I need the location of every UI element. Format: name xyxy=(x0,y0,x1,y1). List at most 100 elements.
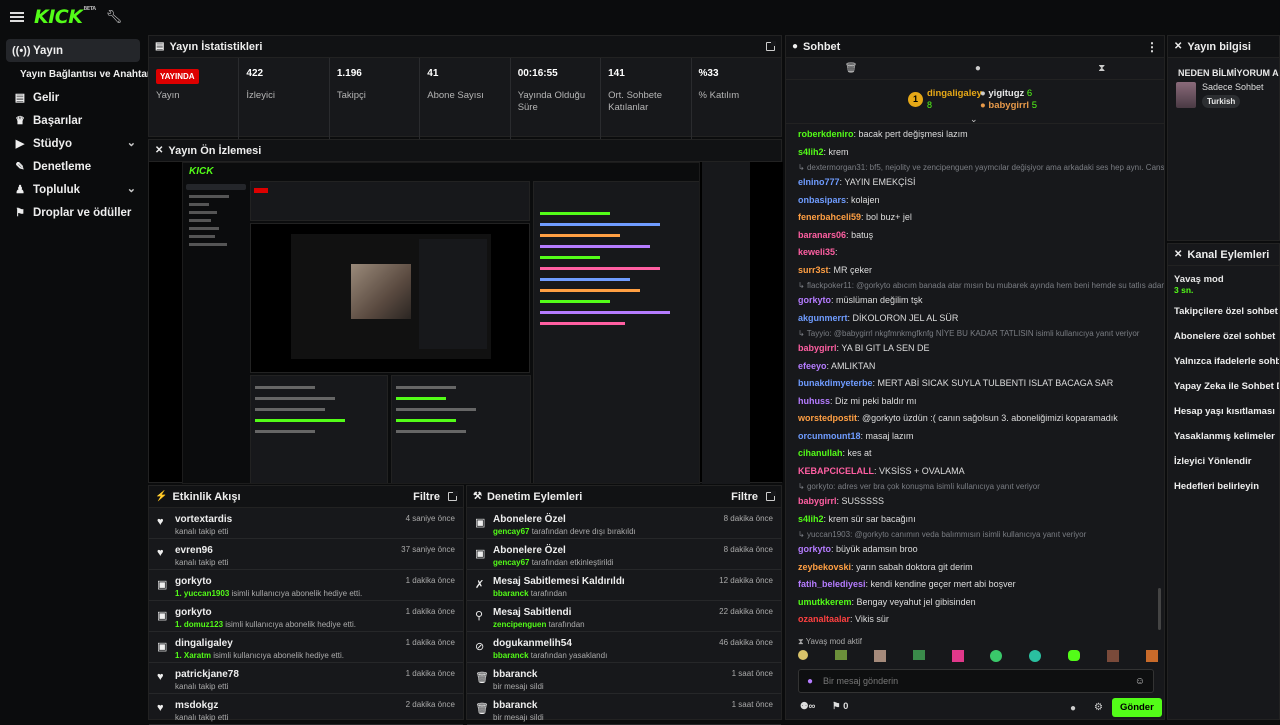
channel-action-item[interactable]: Hesap yaşı kısıtlaması xyxy=(1168,399,1279,424)
chat-username[interactable]: cihanullah xyxy=(798,448,843,458)
item-name[interactable]: dogukanmelih54 xyxy=(493,638,719,649)
chat-username[interactable]: elnino777 xyxy=(798,177,840,187)
hamburger-menu-icon[interactable] xyxy=(10,12,24,22)
item-name[interactable]: patrickjane78 xyxy=(175,669,406,680)
chat-scrollbar[interactable] xyxy=(1158,588,1161,630)
chat-settings-bubble-icon[interactable]: ● xyxy=(1070,703,1076,714)
sidebar-item-yayin[interactable]: ((•)) Yayın xyxy=(6,39,140,62)
chat-username[interactable]: zeybekovski xyxy=(798,562,851,572)
chat-message[interactable]: gorkyto: müslüman değilim tşk xyxy=(786,292,1164,310)
channel-action-item[interactable]: Abonelere özel sohbet xyxy=(1168,324,1279,349)
chat-username[interactable]: akgunmerrt xyxy=(798,313,848,323)
chat-message[interactable]: surr3st: MR çeker xyxy=(786,262,1164,280)
activity-item[interactable]: ♥ vortextardis kanalı takip etti 4 saniy… xyxy=(149,508,463,539)
moderation-item[interactable]: ✗ Mesaj Sabitlemesi Kaldırıldı bbaranck … xyxy=(467,570,781,601)
gifter-name[interactable]: yigitugz xyxy=(988,88,1024,99)
mic-icon[interactable]: ● xyxy=(807,676,813,687)
chat-message[interactable]: akgunmerrt: DİKOLORON JEL AL SÜR xyxy=(786,310,1164,328)
chat-message[interactable]: KEBAPCICELALL: VKSİSS + OVALAMA xyxy=(786,463,1164,481)
moderation-item[interactable]: ▣ Abonelere Özel gencay67 tarafından etk… xyxy=(467,539,781,570)
channel-action-item[interactable]: Yalnızca ifadelerle sohbet xyxy=(1168,349,1279,374)
chat-username[interactable]: worstedpostit xyxy=(798,413,857,423)
stream-category[interactable]: Sadece Sohbet xyxy=(1202,82,1264,92)
chat-message[interactable]: keweli35: xyxy=(786,244,1164,262)
activity-item[interactable]: ▣ dingaligaley 1. Xaratm isimli kullanıc… xyxy=(149,632,463,663)
kick-logo[interactable]: KICKBETA xyxy=(34,6,96,28)
chat-message[interactable]: elnino777: YAYIN EMEKÇİSİ xyxy=(786,174,1164,192)
chat-username[interactable]: babygirrl xyxy=(798,496,837,506)
popout-icon[interactable] xyxy=(766,491,776,501)
emote-icon[interactable] xyxy=(1068,650,1081,661)
emote-icon[interactable] xyxy=(1029,650,1042,662)
channel-action-item[interactable]: Yapay Zeka ile Sohbet Denetimi xyxy=(1168,374,1279,399)
chat-username[interactable]: ozanaltaalar xyxy=(798,614,850,624)
emote-icon[interactable] xyxy=(873,650,886,662)
chat-message[interactable]: efeeyo: AMLIKTAN xyxy=(786,358,1164,376)
chat-username[interactable]: Tayyio xyxy=(798,632,826,633)
sidebar-item-denetleme[interactable]: ✎ Denetleme xyxy=(6,155,140,178)
chat-message[interactable]: huhuss: Diz mi peki baldır mı xyxy=(786,393,1164,411)
language-tag[interactable]: Turkish xyxy=(1202,95,1241,108)
chat-username[interactable]: s4lih2 xyxy=(798,514,824,524)
activity-item[interactable]: ♥ evren96 kanalı takip etti 37 saniye ön… xyxy=(149,539,463,570)
chat-username[interactable]: gorkyto xyxy=(798,295,831,305)
more-options-icon[interactable]: ⋮ xyxy=(1146,40,1158,54)
send-button[interactable]: Gönder xyxy=(1112,698,1162,717)
chat-username[interactable]: babygirrl xyxy=(798,343,837,353)
item-name[interactable]: Mesaj Sabitlendi xyxy=(493,607,719,618)
chat-message[interactable]: roberkdeniro: bacak pert değişmesi lazım xyxy=(786,126,1164,144)
emote-icon[interactable] xyxy=(1107,650,1119,662)
chat-username[interactable]: efeeyo xyxy=(798,361,827,371)
chat-username[interactable]: s4lih2 xyxy=(798,147,824,157)
gift-icon[interactable]: ⚑ xyxy=(832,701,841,712)
channel-action-item[interactable]: Yasaklanmış kelimeler xyxy=(1168,424,1279,449)
item-name[interactable]: vortextardis xyxy=(175,514,406,525)
chat-message[interactable]: babygirrl: YA BI GIT LA SEN DE xyxy=(786,340,1164,358)
chat-username[interactable]: baranars06 xyxy=(798,230,846,240)
popout-icon[interactable] xyxy=(448,491,458,501)
chat-message[interactable]: bunakdimyeterbe: MERT ABİ SICAK SUYLA TU… xyxy=(786,375,1164,393)
sidebar-item-gelir[interactable]: ▤ Gelir xyxy=(6,86,140,109)
chat-message[interactable]: ozanaltaalar: Vikis sür xyxy=(786,611,1164,629)
chat-message[interactable]: orcunmount18: masaj lazım xyxy=(786,428,1164,446)
activity-item[interactable]: ▣ gorkyto 1. yuccan1903 isimli kullanıcı… xyxy=(149,570,463,601)
moderation-item[interactable]: ⚲ Mesaj Sabitlendi zencipenguen tarafınd… xyxy=(467,601,781,632)
chat-username[interactable]: roberkdeniro xyxy=(798,129,854,139)
chat-message[interactable]: fenerbahceli59: bol buz+ jel xyxy=(786,209,1164,227)
chat-message[interactable]: onbasipars: kolajen xyxy=(786,192,1164,210)
chat-message[interactable]: baranars06: batuş xyxy=(786,227,1164,245)
item-name[interactable]: bbaranck xyxy=(493,669,732,680)
item-name[interactable]: dingaligaley xyxy=(175,638,406,649)
chat-username[interactable]: onbasipars xyxy=(798,195,846,205)
category-thumbnail[interactable] xyxy=(1176,82,1196,108)
emote-icon[interactable] xyxy=(951,650,964,662)
item-name[interactable]: bbaranck xyxy=(493,700,732,711)
chat-message[interactable]: babygirrl: SUSSSSS xyxy=(786,493,1164,511)
item-name[interactable]: evren96 xyxy=(175,545,401,556)
trash-icon[interactable]: 🗑︎ xyxy=(845,63,858,74)
chat-bubble-icon[interactable]: ● xyxy=(975,63,981,74)
emote-icon[interactable] xyxy=(990,650,1003,662)
chat-username[interactable]: gorkyto xyxy=(798,544,831,554)
chat-input-box[interactable]: ● Bir mesaj gönderin ☺ xyxy=(798,669,1154,693)
chat-message[interactable]: s4lih2: krem sür sar bacağını xyxy=(786,511,1164,529)
sidebar-item-stream-key[interactable]: Yayın Bağlantısı ve Anahtarı xyxy=(6,62,154,86)
activity-item[interactable]: ♥ patrickjane78 kanalı takip etti 1 daki… xyxy=(149,663,463,694)
item-name[interactable]: Mesaj Sabitlemesi Kaldırıldı xyxy=(493,576,719,587)
emote-icon[interactable] xyxy=(798,650,808,660)
moderation-item[interactable]: 🗑︎ bbaranck bir mesajı sildi 1 saat önce xyxy=(467,694,781,725)
activity-item[interactable]: ♥ msdokgz kanalı takip etti 2 dakika önc… xyxy=(149,694,463,725)
filter-button[interactable]: Filtre xyxy=(413,491,440,503)
moderation-item[interactable]: ⊘ dogukanmelih54 bbaranck tarafından yas… xyxy=(467,632,781,663)
emote-icon[interactable] xyxy=(834,650,847,660)
item-name[interactable]: Abonelere Özel xyxy=(493,514,724,525)
slow-mode-toggle[interactable]: Yavaş mod 3 sn. xyxy=(1168,266,1279,299)
chevron-down-icon[interactable]: ⌄ xyxy=(970,114,978,125)
emote-icon[interactable] xyxy=(912,650,925,660)
item-name[interactable]: gorkyto xyxy=(175,576,406,587)
channel-action-item[interactable]: Hedefleri belirleyin xyxy=(1168,474,1279,499)
sidebar-item-basarilar[interactable]: ♛ Başarılar xyxy=(6,109,140,132)
item-name[interactable]: Abonelere Özel xyxy=(493,545,724,556)
sidebar-item-droplar[interactable]: ⚑ Droplar ve ödüller xyxy=(6,201,140,224)
chat-username[interactable]: keweli35 xyxy=(798,247,835,257)
